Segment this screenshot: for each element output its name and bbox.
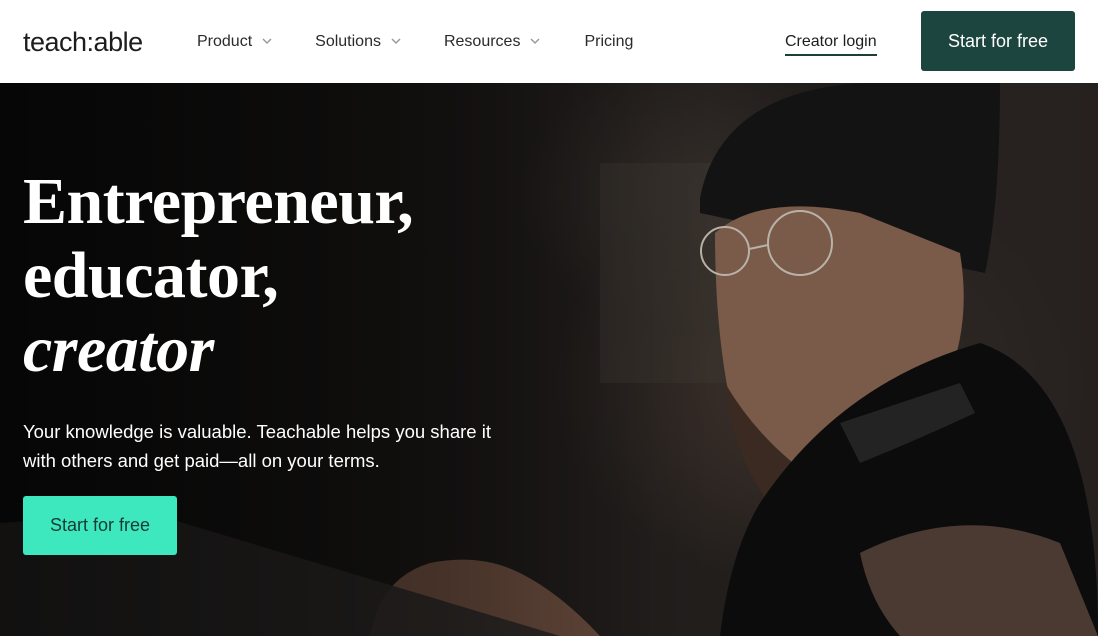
hero-subtext: Your knowledge is valuable. Teachable he… — [23, 421, 491, 471]
hero-headline: Entrepreneur, educator, creator — [23, 165, 414, 387]
chevron-down-icon — [530, 38, 540, 45]
chevron-down-icon — [391, 38, 401, 45]
teachable-logo[interactable]: teach:able — [23, 26, 143, 58]
nav-resources-label: Resources — [443, 33, 521, 50]
nav-pricing-label: Pricing — [584, 33, 634, 50]
chevron-down-icon — [262, 38, 272, 45]
nav-product-label: Product — [197, 33, 253, 50]
site-header: teach:able Product Solutions Resources P… — [0, 0, 1098, 83]
headline-line-3: creator — [23, 313, 214, 386]
hero-start-for-free-button[interactable]: Start for free — [23, 496, 177, 555]
nav-product[interactable]: Product — [197, 31, 274, 53]
main-nav: Product Solutions Resources Pricing — [197, 31, 633, 53]
headline-line-1: Entrepreneur, — [23, 165, 414, 238]
nav-resources[interactable]: Resources — [444, 31, 542, 53]
nav-solutions[interactable]: Solutions — [315, 31, 403, 53]
header-start-for-free-button[interactable]: Start for free — [921, 11, 1075, 71]
headline-line-2: educator, — [23, 239, 279, 312]
creator-login-link[interactable]: Creator login — [785, 31, 877, 56]
nav-pricing[interactable]: Pricing — [584, 31, 633, 53]
hero-section: Entrepreneur, educator, creator Your kno… — [0, 83, 1098, 636]
nav-solutions-label: Solutions — [315, 33, 381, 50]
